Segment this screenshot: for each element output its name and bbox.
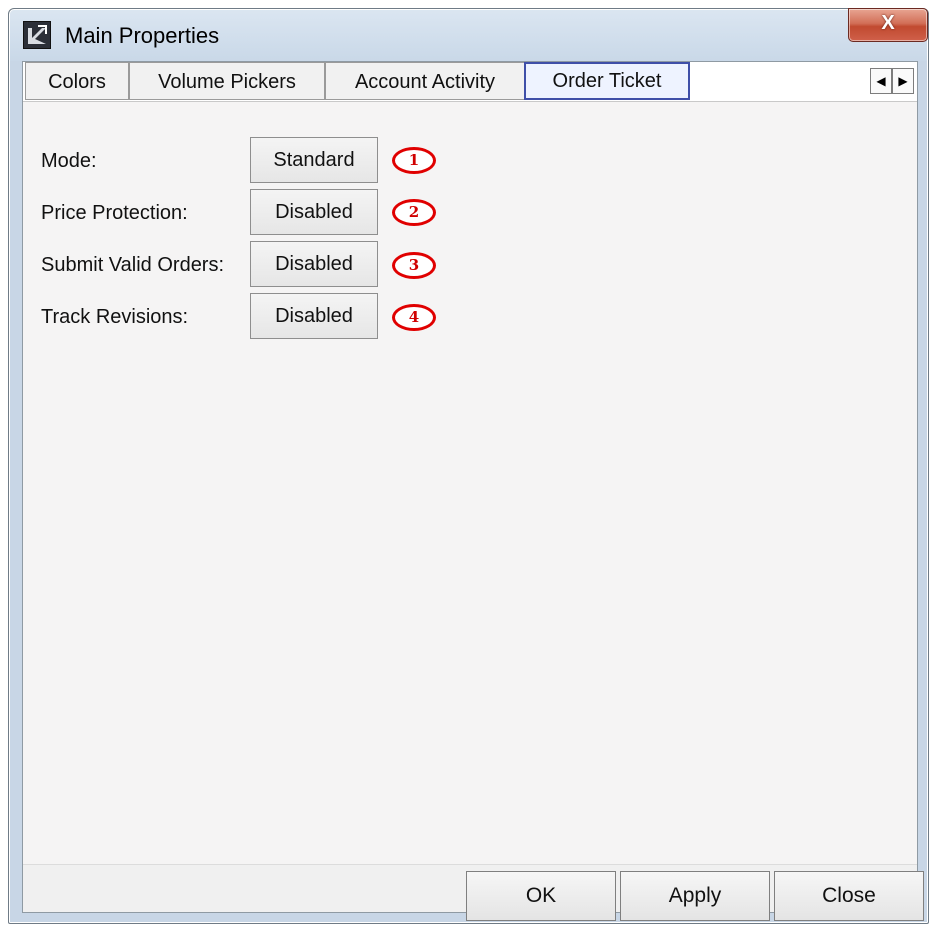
tab-order-ticket[interactable]: Order Ticket	[524, 62, 690, 100]
callout-marker-2: 2	[392, 199, 436, 226]
mode-button[interactable]: Standard	[250, 137, 378, 183]
dialog-footer: OK Apply Close	[23, 864, 924, 921]
tab-account-activity[interactable]: Account Activity	[325, 62, 525, 100]
title-bar[interactable]: Main Properties X	[9, 8, 928, 59]
window-title: Main Properties	[65, 23, 220, 48]
track-revisions-label: Track Revisions:	[41, 306, 189, 328]
ok-button[interactable]: OK	[466, 871, 616, 921]
close-button[interactable]: Close	[774, 871, 924, 921]
properties-window: Main Properties X Colors Volume Pickers …	[8, 8, 929, 924]
tab-strip: Colors Volume Pickers Account Activity O…	[23, 62, 917, 102]
callout-marker-1: 1	[392, 147, 436, 174]
tab-scroll-right-icon[interactable]: ▶	[892, 68, 914, 94]
close-icon: X	[881, 12, 895, 34]
apply-button[interactable]: Apply	[620, 871, 770, 921]
dialog-body: Colors Volume Pickers Account Activity O…	[22, 61, 924, 921]
tab-colors[interactable]: Colors	[25, 62, 129, 100]
tab-scroll-left-icon[interactable]: ◀	[870, 68, 892, 94]
callout-marker-3: 3	[392, 252, 436, 279]
price-protection-button[interactable]: Disabled	[250, 189, 378, 235]
price-protection-label: Price Protection:	[41, 202, 188, 224]
app-logo-icon	[23, 21, 51, 49]
submit-valid-orders-button[interactable]: Disabled	[250, 241, 378, 287]
track-revisions-button[interactable]: Disabled	[250, 293, 378, 339]
tab-volume-pickers[interactable]: Volume Pickers	[129, 62, 325, 100]
window-close-button[interactable]: X	[848, 8, 928, 42]
callout-marker-4: 4	[392, 304, 436, 331]
mode-label: Mode:	[41, 150, 97, 172]
submit-valid-orders-label: Submit Valid Orders:	[41, 254, 225, 276]
